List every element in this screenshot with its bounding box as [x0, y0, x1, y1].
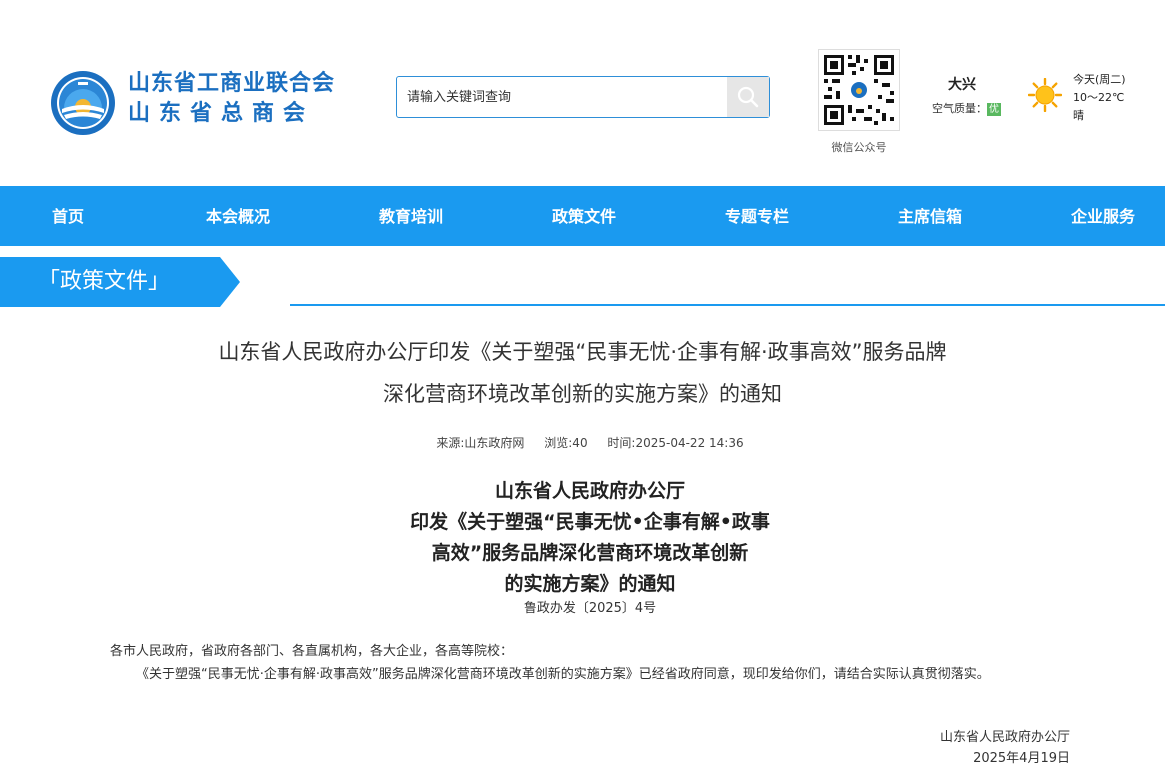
nav-item-topics[interactable]: 专题专栏 [725, 186, 789, 246]
document-title-line: 印发《关于塑强“民事无忧•企事有解•政事 [410, 511, 770, 533]
nav-item-training[interactable]: 教育培训 [379, 186, 443, 246]
article-source: 来源:山东政府网 [436, 436, 525, 450]
sign-date: 2025年4月19日 [973, 751, 1070, 766]
nav-item-policy[interactable]: 政策文件 [552, 186, 616, 246]
nav-item-mailbox[interactable]: 主席信箱 [898, 186, 962, 246]
weather-city: 大兴 [948, 77, 976, 93]
site-header: 山东省工商业联合会 山东省总商会 请输入关键词查询 微信公众号 大兴 空气质量：… [0, 0, 1165, 186]
org-name-line1: 山东省工商业联合会 [128, 71, 336, 96]
article-body: 各市人民政府，省政府各部门、各直属机构，各大企业，各高等院校： 《关于塑强“民事… [110, 640, 1070, 686]
weather-forecast: 今天(周二) 10～22℃ 晴 [1073, 71, 1126, 125]
search-input[interactable] [397, 77, 727, 117]
search-box [396, 76, 770, 118]
org-name-line2: 山东省总商会 [128, 101, 315, 126]
aqi-label: 空气质量： [932, 102, 987, 115]
search-button[interactable] [727, 77, 769, 117]
document-title-line: 山东省人民政府办公厅 [494, 480, 685, 502]
logo-emblem-icon[interactable] [50, 70, 116, 136]
salutation: 各市人民政府，省政府各部门、各直属机构，各大企业，各高等院校： [110, 644, 514, 659]
section-tag-label: 「政策文件」 [38, 269, 171, 294]
weather-temp: 10～22℃ [1073, 91, 1125, 104]
article-title-line1: 山东省人民政府办公厅印发《关于塑强“民事无忧·企事有解·政事高效”服务品牌 [218, 340, 947, 364]
weather-aqi: 空气质量：优 [932, 100, 1001, 116]
article-meta: 来源:山东政府网 浏览:40 时间:2025-04-22 14:36 [0, 434, 1165, 451]
section-tag: 「政策文件」 [0, 257, 240, 307]
document-title-line: 高效”服务品牌深化营商环境改革创新 [431, 542, 749, 564]
article-views: 浏览:40 [544, 436, 588, 450]
signer: 山东省人民政府办公厅 [939, 730, 1070, 745]
wechat-qr-code [818, 49, 900, 131]
search-icon [737, 86, 759, 108]
article-title-line2: 深化营商环境改革创新的实施方案》的通知 [383, 382, 782, 406]
weather-day-label: 今天(周二) [1073, 73, 1126, 86]
org-name[interactable]: 山东省工商业联合会 山东省总商会 [128, 70, 335, 130]
article-time: 时间:2025-04-22 14:36 [607, 436, 744, 450]
sun-icon [1027, 77, 1063, 113]
main-nav: 首页 本会概况 教育培训 政策文件 专题专栏 主席信箱 企业服务 [0, 186, 1165, 246]
nav-item-home[interactable]: 首页 [52, 186, 84, 246]
aqi-badge: 优 [987, 103, 1001, 116]
document-number: 鲁政办发〔2025〕4号 [523, 601, 657, 616]
document-title: 山东省人民政府办公厅 印发《关于塑强“民事无忧•企事有解•政事 高效”服务品牌深… [0, 476, 1165, 600]
section-divider [290, 304, 1165, 306]
qr-label: 微信公众号 [831, 141, 887, 154]
document-title-line: 的实施方案》的通知 [504, 573, 676, 595]
nav-item-services[interactable]: 企业服务 [1071, 186, 1135, 246]
weather-condition: 晴 [1073, 109, 1084, 122]
body-paragraph: 《关于塑强“民事无忧·企事有解·政事高效”服务品牌深化营商环境改革创新的实施方案… [136, 667, 990, 682]
nav-item-about[interactable]: 本会概况 [206, 186, 270, 246]
